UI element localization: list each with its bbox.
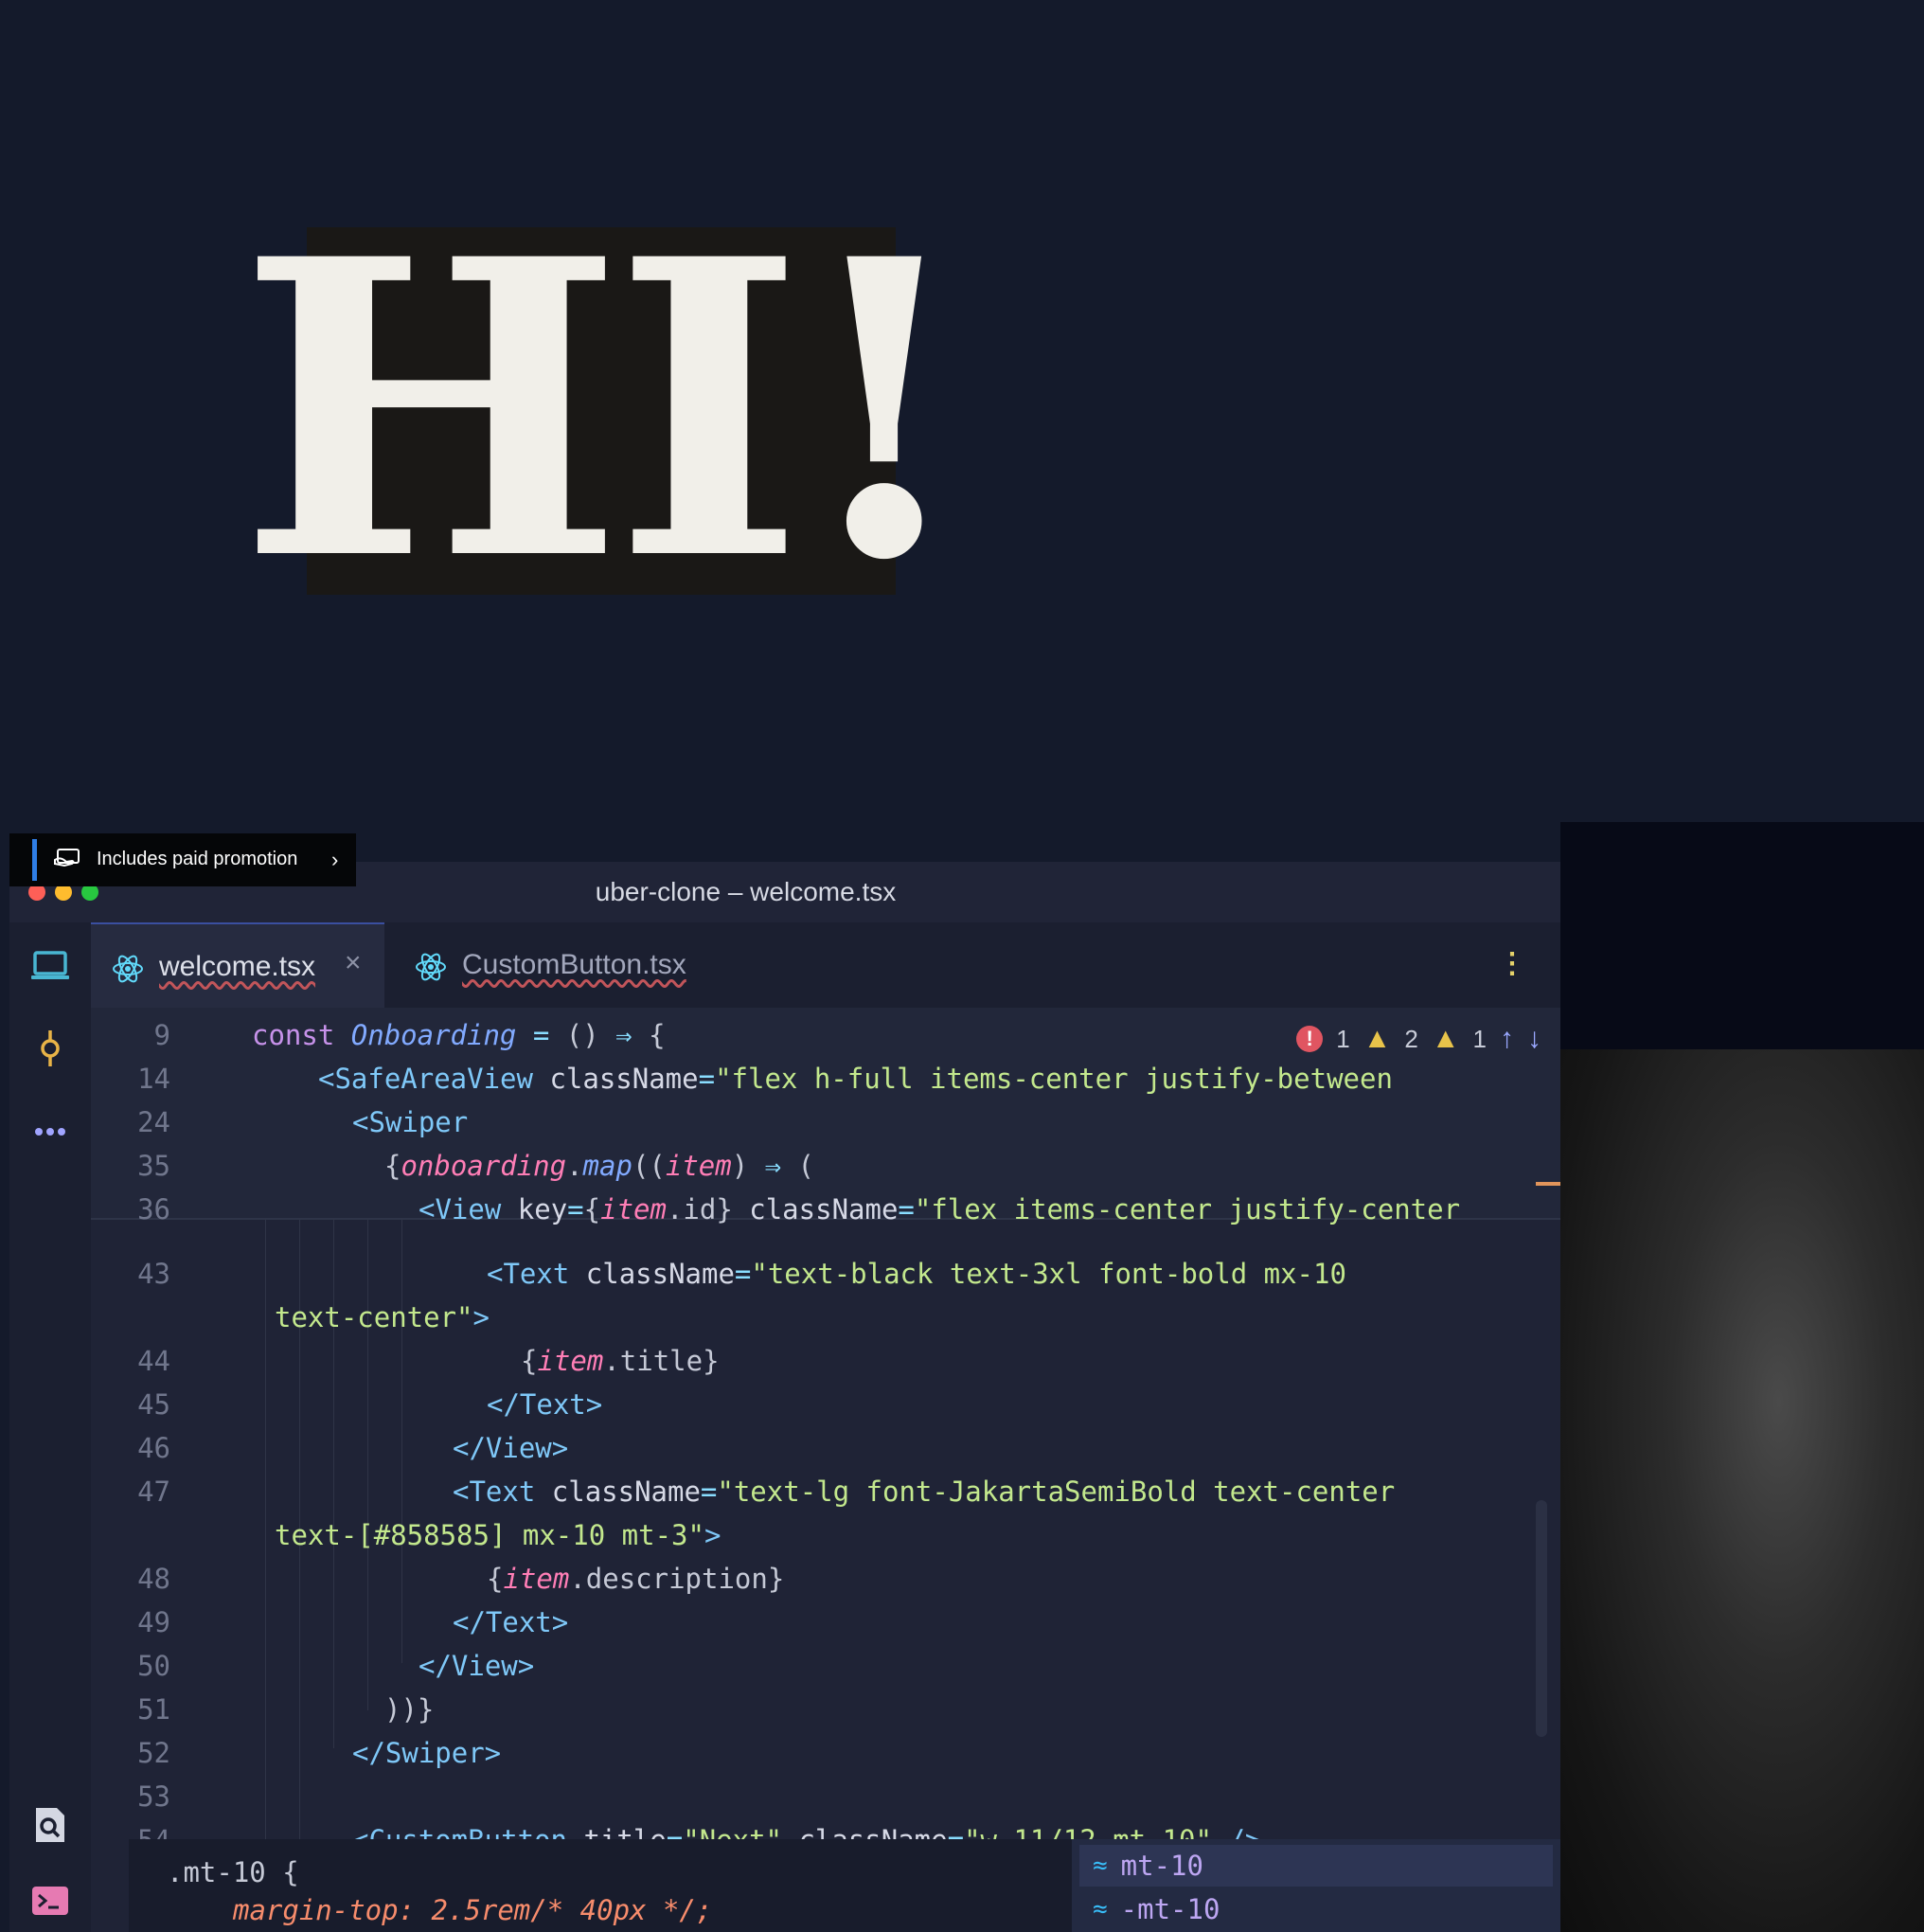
line-number: 52: [137, 1737, 170, 1769]
code-line: </Text>: [487, 1388, 603, 1421]
chevron-right-icon: ›: [331, 848, 339, 871]
code-line: </View>: [419, 1650, 535, 1682]
video-progress-indicator: [32, 839, 37, 881]
completion-item[interactable]: ≈ mt-10: [1079, 1845, 1553, 1887]
line-number: 48: [137, 1563, 170, 1595]
line-number: 14: [137, 1063, 170, 1095]
tab-label: welcome.tsx: [159, 951, 316, 982]
code-line: <View key={item.id} className="flex item…: [419, 1193, 1461, 1225]
vertical-scrollbar[interactable]: [1536, 1500, 1547, 1737]
line-number: 50: [137, 1650, 170, 1682]
tab-welcome-tsx[interactable]: welcome.tsx ×: [91, 922, 384, 1008]
completion-item[interactable]: ≈ -mt-10: [1093, 1888, 1220, 1930]
code-line: </Swiper>: [352, 1737, 502, 1769]
line-number: 35: [137, 1150, 170, 1182]
previous-problem-icon[interactable]: ↑: [1500, 1023, 1514, 1055]
code-line: const Onboarding = () ⇒ {: [252, 1019, 666, 1051]
code-line: </View>: [453, 1432, 569, 1464]
line-number: 24: [137, 1106, 170, 1138]
code-line: ))}: [384, 1693, 435, 1726]
warning-icon: ▲: [1363, 1023, 1392, 1054]
line-number: 49: [137, 1606, 170, 1638]
tailwind-icon: ≈: [1093, 1895, 1108, 1923]
warning-count: 2: [1404, 1024, 1418, 1053]
commit-icon[interactable]: [28, 1027, 72, 1070]
activity-bar: [9, 922, 91, 1932]
line-number: 53: [137, 1780, 170, 1813]
css-preview-line: .mt-10 {: [167, 1856, 299, 1888]
background-dark-area: [1560, 822, 1924, 1049]
completion-label: -mt-10: [1120, 1893, 1220, 1925]
line-number: 43: [137, 1258, 170, 1290]
kebab-menu-icon[interactable]: ⋮: [1498, 947, 1526, 980]
react-icon: [113, 955, 143, 983]
code-line: </Text>: [453, 1606, 569, 1638]
code-editor[interactable]: 9 const Onboarding = () ⇒ { 14 <SafeArea…: [91, 1008, 1560, 1932]
background-blurred-video: [1560, 1049, 1924, 1932]
code-line: <Swiper: [352, 1106, 469, 1138]
line-number: 9: [153, 1019, 170, 1051]
css-preview-line: margin-top: 2.5rem/* 40px */;: [233, 1894, 713, 1926]
next-problem-icon[interactable]: ↓: [1527, 1023, 1541, 1055]
code-line: <SafeAreaView className="flex h-full ite…: [318, 1063, 1393, 1095]
hi-image: HI!: [238, 171, 973, 650]
tailwind-icon: ≈: [1093, 1852, 1108, 1880]
hi-text: HI!: [238, 171, 973, 650]
code-line-wrap: text-[#858585] mx-10 mt-3">: [275, 1519, 722, 1551]
laptop-icon[interactable]: [28, 945, 72, 989]
line-number: 45: [137, 1388, 170, 1421]
more-tools-icon[interactable]: [28, 1110, 72, 1154]
indent-guide: [367, 1218, 368, 1710]
close-tab-icon[interactable]: ×: [345, 947, 362, 979]
error-icon: !: [1296, 1026, 1324, 1052]
line-number: 51: [137, 1693, 170, 1726]
code-line: {onboarding.map((item) ⇒ (: [384, 1150, 815, 1182]
code-line: {item.title}: [521, 1345, 720, 1377]
indent-guide: [401, 1218, 402, 1663]
promotion-label: Includes paid promotion: [97, 849, 298, 869]
completion-popup: ≈ mt-10 ≈ -mt-10: [1072, 1839, 1560, 1932]
react-icon: [416, 953, 446, 981]
line-number: 44: [137, 1345, 170, 1377]
promotion-icon: [54, 849, 80, 868]
line-number: 46: [137, 1432, 170, 1464]
line-number: 47: [137, 1476, 170, 1508]
tab-bar: welcome.tsx × CustomButton.tsx ⋮: [91, 922, 1560, 1008]
code-line: {item.description}: [487, 1563, 785, 1595]
indent-guide: [333, 1218, 334, 1748]
search-icon[interactable]: [28, 1803, 72, 1847]
tab-label: CustomButton.tsx: [462, 949, 686, 980]
code-line-wrap: text-center">: [275, 1301, 490, 1333]
paid-promotion-badge[interactable]: Includes paid promotion ›: [9, 833, 356, 886]
code-line: <Text className="text-lg font-JakartaSem…: [453, 1476, 1396, 1508]
ide-window: uber-clone – welcome.tsx welcome.tsx × C…: [9, 862, 1560, 1932]
error-count: 1: [1336, 1024, 1350, 1053]
warning-stripe-marker[interactable]: [1536, 1182, 1560, 1186]
weak-warning-icon: ▲: [1431, 1023, 1460, 1054]
line-number: 36: [137, 1193, 170, 1225]
terminal-icon[interactable]: [28, 1879, 72, 1923]
indent-guide: [265, 1218, 266, 1839]
inspection-widget[interactable]: ! 1 ▲ 2 ▲ 1 ↑ ↓: [1296, 1023, 1541, 1055]
completion-label: mt-10: [1120, 1850, 1203, 1882]
sticky-scroll-header: 9 const Onboarding = () ⇒ { 14 <SafeArea…: [91, 1008, 1560, 1225]
tab-custombutton-tsx[interactable]: CustomButton.tsx: [394, 922, 697, 1008]
code-line: <Text className="text-black text-3xl fon…: [487, 1258, 1346, 1290]
weak-warning-count: 1: [1472, 1024, 1487, 1053]
